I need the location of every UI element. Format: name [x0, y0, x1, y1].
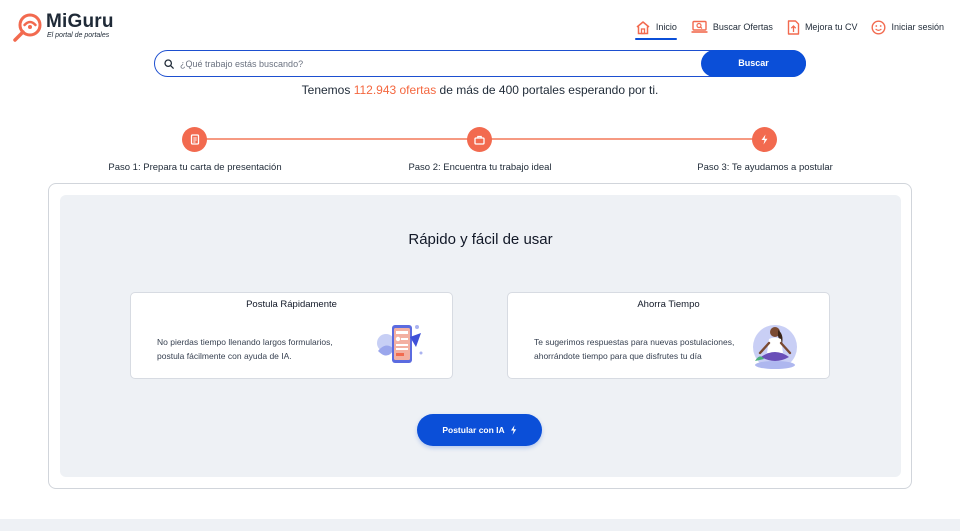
step-2-label: Paso 2: Encuentra tu trabajo ideal: [408, 162, 552, 173]
feature-title: Postula Rápidamente: [246, 299, 337, 310]
logo-icon: [12, 12, 44, 42]
step-3-label: Paso 3: Te ayudamos a postular: [697, 162, 833, 173]
document-icon: [190, 134, 199, 145]
upload-document-icon: [787, 19, 800, 35]
panel-title: Rápido y fácil de usar: [408, 231, 553, 248]
step-2-circle: [467, 127, 492, 152]
logo-name: MiGuru: [46, 11, 114, 32]
step-3-circle: [752, 127, 777, 152]
logo[interactable]: MiGuru El portal de portales: [12, 12, 114, 42]
page: MiGuru El portal de portales Inicio Busc…: [0, 0, 960, 531]
feature-description: No pierdas tiempo llenando largos formul…: [157, 337, 333, 361]
feature-title: Ahorra Tiempo: [637, 299, 700, 310]
search-laptop-icon: [691, 20, 708, 33]
step-1-label: Paso 1: Prepara tu carta de presentación: [108, 162, 282, 173]
nav-item-label: Iniciar sesión: [891, 22, 944, 32]
top-nav: Inicio Buscar Ofertas Mejora tu CV Inici…: [621, 17, 944, 40]
search-icon: [164, 58, 174, 69]
briefcase-icon: [474, 135, 485, 145]
nav-item-label: Buscar Ofertas: [712, 22, 773, 32]
footer-strip: [0, 519, 960, 531]
smile-face-icon: [871, 19, 886, 35]
lightning-icon: [761, 134, 768, 145]
search-button[interactable]: Buscar: [701, 49, 806, 77]
offers-headline: Tenemos 112.943 ofertas de más de 400 po…: [0, 83, 960, 97]
feature-panel: Rápido y fácil de usar Postula Rápidamen…: [60, 195, 901, 477]
nav-item-inicio[interactable]: Inicio: [634, 17, 677, 40]
offers-count: 112.943 ofertas: [353, 83, 437, 97]
headline-suffix: de más de 400 portales esperando por ti.: [436, 83, 659, 97]
feature-card-ahorra: Ahorra Tiempo Te sugerimos respuestas pa…: [507, 292, 830, 379]
lightning-icon: [510, 425, 516, 435]
meditating-woman-illustration: [749, 323, 801, 376]
feature-card-postula: Postula Rápidamente No pierdas tiempo ll…: [130, 292, 453, 379]
nav-item-iniciar-sesion[interactable]: Iniciar sesión: [871, 17, 944, 37]
nav-item-label: Inicio: [655, 22, 677, 32]
feature-description: Te sugerimos respuestas para nuevas post…: [534, 337, 735, 361]
postular-con-ia-button[interactable]: Postular con IA: [417, 414, 542, 446]
cta-label: Postular con IA: [442, 425, 505, 435]
nav-item-label: Mejora tu CV: [804, 22, 858, 32]
headline-prefix: Tenemos: [301, 83, 354, 97]
nav-item-mejora-cv[interactable]: Mejora tu CV: [787, 17, 858, 37]
search-bar: Buscar: [154, 49, 806, 77]
home-icon: [636, 20, 650, 34]
logo-tagline: El portal de portales: [47, 32, 110, 39]
nav-item-buscar-ofertas[interactable]: Buscar Ofertas: [691, 17, 773, 37]
step-1-circle: [182, 127, 207, 152]
phone-form-illustration: [376, 323, 424, 372]
